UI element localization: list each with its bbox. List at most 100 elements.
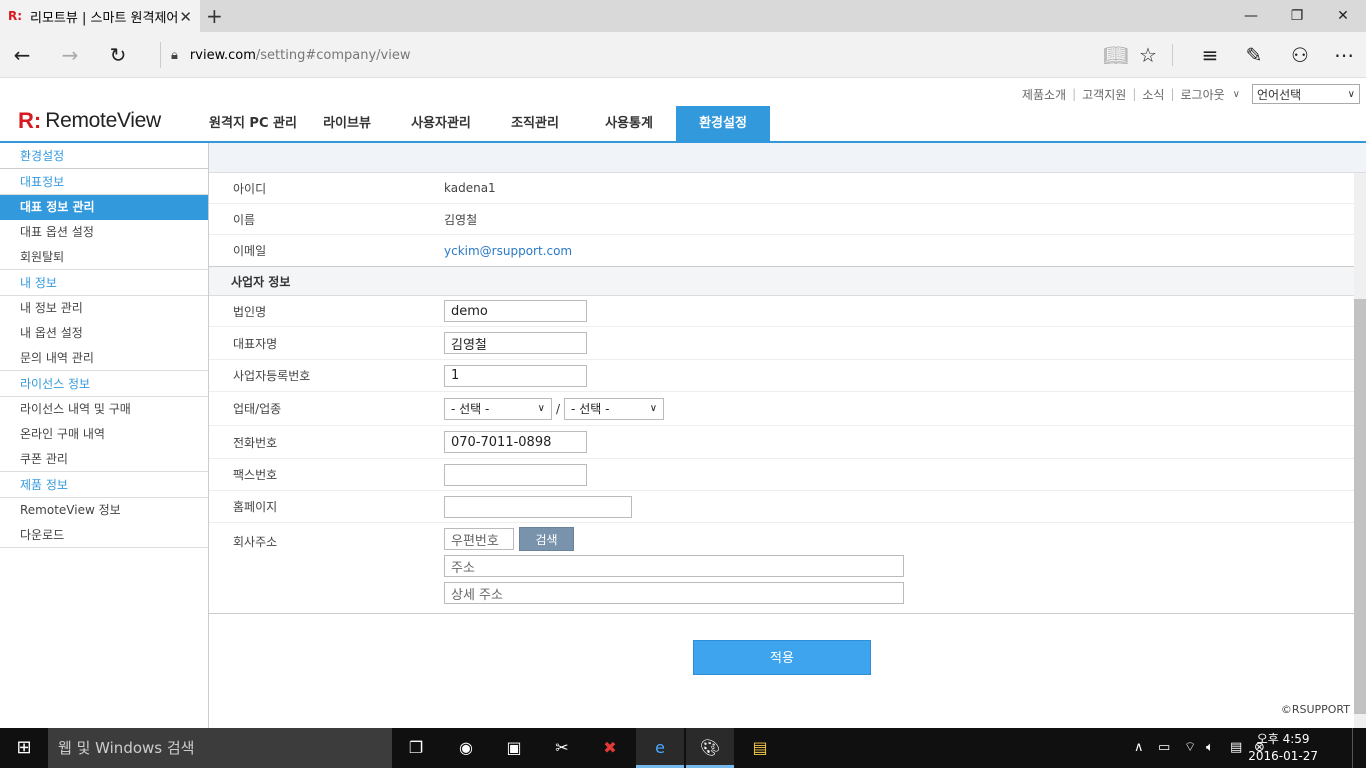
tray-chevron-up-icon[interactable]: ∧: [1134, 728, 1144, 768]
clock-time: 오후 4:59: [1256, 732, 1310, 746]
windows-taskbar: ⊞ 웹 및 Windows 검색 ❐ ◉ ▣ ✂ ✖ e 🎨︎ ▤ ∧ ▭ ⌔ …: [0, 728, 1366, 768]
zip-search-button[interactable]: 검색: [519, 527, 574, 551]
id-value: kadena1: [444, 181, 496, 195]
paint-icon[interactable]: 🎨︎: [686, 728, 734, 768]
address-input[interactable]: 주소: [444, 555, 904, 577]
sidebar-title: 환경설정: [0, 143, 208, 169]
new-tab-icon[interactable]: +: [206, 4, 223, 28]
row-ceo: 대표자명 김영철: [209, 327, 1354, 360]
forward-arrow-icon[interactable]: →: [54, 40, 86, 70]
sidebar-group-head-my-info[interactable]: 내 정보: [0, 270, 208, 296]
row-email: 이메일 yckim@rsupport.com: [209, 235, 1354, 266]
remoteview-favicon-icon: R:: [8, 9, 23, 23]
language-select[interactable]: 언어선택 ∨: [1252, 84, 1360, 104]
sidebar-item-withdraw[interactable]: 회원탈퇴: [0, 245, 208, 270]
sidebar-item-coupons[interactable]: 쿠폰 관리: [0, 447, 208, 472]
gnb-settings[interactable]: 환경설정: [676, 106, 770, 142]
homepage-label: 홈페이지: [233, 500, 278, 514]
address-detail-input[interactable]: 상세 주소: [444, 582, 904, 604]
snipping-tool-icon[interactable]: ✂: [538, 728, 586, 768]
phone-label: 전화번호: [233, 435, 278, 450]
business-type-select-value: - 선택 -: [451, 402, 490, 416]
utility-divider: |: [1132, 87, 1137, 101]
homepage-input[interactable]: [444, 495, 632, 518]
chrome-icon[interactable]: ◉: [442, 728, 490, 768]
corp-name-input[interactable]: demo: [444, 300, 587, 322]
phone-input[interactable]: 070-7011-0898: [444, 431, 587, 453]
gnb-organization[interactable]: 조직관리: [488, 106, 582, 142]
chevron-down-icon[interactable]: ∨: [1233, 89, 1240, 100]
sidebar-item-my-info[interactable]: 내 정보 관리: [0, 296, 208, 321]
logo-mark: R:: [18, 108, 42, 133]
language-select-value: 언어선택: [1257, 87, 1302, 102]
row-reg-no: 사업자등록번호 1: [209, 360, 1354, 392]
reading-view-icon[interactable]: 📖︎: [1100, 40, 1132, 70]
battery-icon[interactable]: ▭: [1158, 728, 1170, 768]
sidebar-item-rep-info[interactable]: 대표 정보 관리: [0, 195, 208, 220]
browser-tab[interactable]: R: 리모트뷰 | 스마트 원격제어 ✕: [0, 0, 200, 32]
utility-link-support[interactable]: 고객지원: [1082, 86, 1126, 103]
email-link[interactable]: yckim@rsupport.com: [444, 244, 572, 258]
page-scrollbar[interactable]: [1354, 173, 1366, 728]
back-arrow-icon[interactable]: ←: [6, 40, 38, 70]
favorite-star-icon[interactable]: ☆: [1132, 40, 1164, 70]
task-view-icon[interactable]: ❐: [392, 728, 440, 768]
copyright-footer: ©RSUPPORT: [1280, 703, 1350, 716]
file-explorer-icon[interactable]: ▣: [490, 728, 538, 768]
window-close-icon[interactable]: ✕: [1320, 0, 1366, 32]
gnb-liveview[interactable]: 라이브뷰: [300, 106, 394, 142]
utility-link-products[interactable]: 제품소개: [1022, 86, 1066, 103]
address-bar[interactable]: 🔒︎ rview.com /setting#company/view: [160, 42, 1060, 68]
windows-start-icon[interactable]: ⊞: [0, 728, 48, 768]
minimize-icon[interactable]: —: [1228, 0, 1274, 32]
apply-button[interactable]: 적용: [693, 640, 871, 675]
fax-input[interactable]: [444, 463, 587, 486]
chevron-down-icon: ∨: [649, 403, 658, 414]
action-center-icon[interactable]: ▤: [1230, 728, 1242, 768]
scrollbar-thumb[interactable]: [1354, 299, 1366, 714]
business-item-select-value: - 선택 -: [571, 402, 610, 416]
utility-link-news[interactable]: 소식: [1142, 86, 1164, 103]
tab-title: 리모트뷰 | 스마트 원격제어: [30, 10, 179, 26]
xmind-icon[interactable]: ✖: [586, 728, 634, 768]
browser-tab-bar: R: 리모트뷰 | 스마트 원격제어 ✕ + — ❐ ✕: [0, 0, 1366, 32]
edge-browser-icon[interactable]: e: [636, 728, 684, 768]
sidebar-item-download[interactable]: 다운로드: [0, 523, 208, 548]
restore-icon[interactable]: ❐: [1274, 0, 1320, 32]
remoteview-logo[interactable]: R: RemoteView: [18, 108, 161, 134]
sidebar-item-online-purchases[interactable]: 온라인 구매 내역: [0, 422, 208, 447]
reg-no-input[interactable]: 1: [444, 364, 587, 387]
sidebar-item-license-purchase[interactable]: 라이선스 내역 및 구매: [0, 397, 208, 422]
tab-close-icon[interactable]: ✕: [179, 8, 192, 26]
system-clock[interactable]: 오후 4:59 2016-01-27: [1248, 731, 1318, 765]
taskbar-search[interactable]: 웹 및 Windows 검색: [48, 728, 392, 768]
volume-icon[interactable]: 🔈︎: [1206, 728, 1214, 768]
sidebar-item-inquiries[interactable]: 문의 내역 관리: [0, 346, 208, 371]
sidebar-item-my-options[interactable]: 내 옵션 설정: [0, 321, 208, 346]
refresh-icon[interactable]: ↻: [102, 40, 134, 70]
url-host: rview.com: [189, 47, 256, 63]
sidebar-group-head-product[interactable]: 제품 정보: [0, 472, 208, 498]
sidebar-group-head-representative[interactable]: 대표정보: [0, 169, 208, 195]
wifi-icon[interactable]: ⌔: [1184, 728, 1196, 768]
show-desktop[interactable]: [1352, 728, 1366, 768]
gnb-remote-pc[interactable]: 원격지 PC 관리: [206, 106, 300, 142]
gnb-statistics[interactable]: 사용통계: [582, 106, 676, 142]
hub-icon[interactable]: ≡: [1194, 40, 1226, 70]
more-icon[interactable]: ⋯: [1328, 40, 1360, 70]
zip-input[interactable]: 우편번호: [444, 528, 514, 550]
web-note-icon[interactable]: ✎: [1238, 40, 1270, 70]
browser-nav-bar: ← → ↻ 🔒︎ rview.com /setting#company/view…: [0, 32, 1366, 78]
folder-icon[interactable]: ▤: [736, 728, 784, 768]
business-section-title: 사업자 정보: [209, 266, 1354, 296]
gnb-users[interactable]: 사용자관리: [394, 106, 488, 142]
ceo-input[interactable]: 김영철: [444, 332, 587, 354]
sidebar-item-product-info[interactable]: RemoteView 정보: [0, 498, 208, 523]
business-type-select[interactable]: - 선택 - ∨: [444, 397, 552, 420]
business-item-select[interactable]: - 선택 - ∨: [564, 397, 665, 420]
utility-link-logout[interactable]: 로그아웃: [1181, 86, 1225, 103]
name-label: 이름: [233, 212, 256, 227]
sidebar-item-rep-options[interactable]: 대표 옵션 설정: [0, 220, 208, 245]
sidebar-group-head-license[interactable]: 라이선스 정보: [0, 371, 208, 397]
share-icon[interactable]: ⚇: [1284, 40, 1316, 70]
